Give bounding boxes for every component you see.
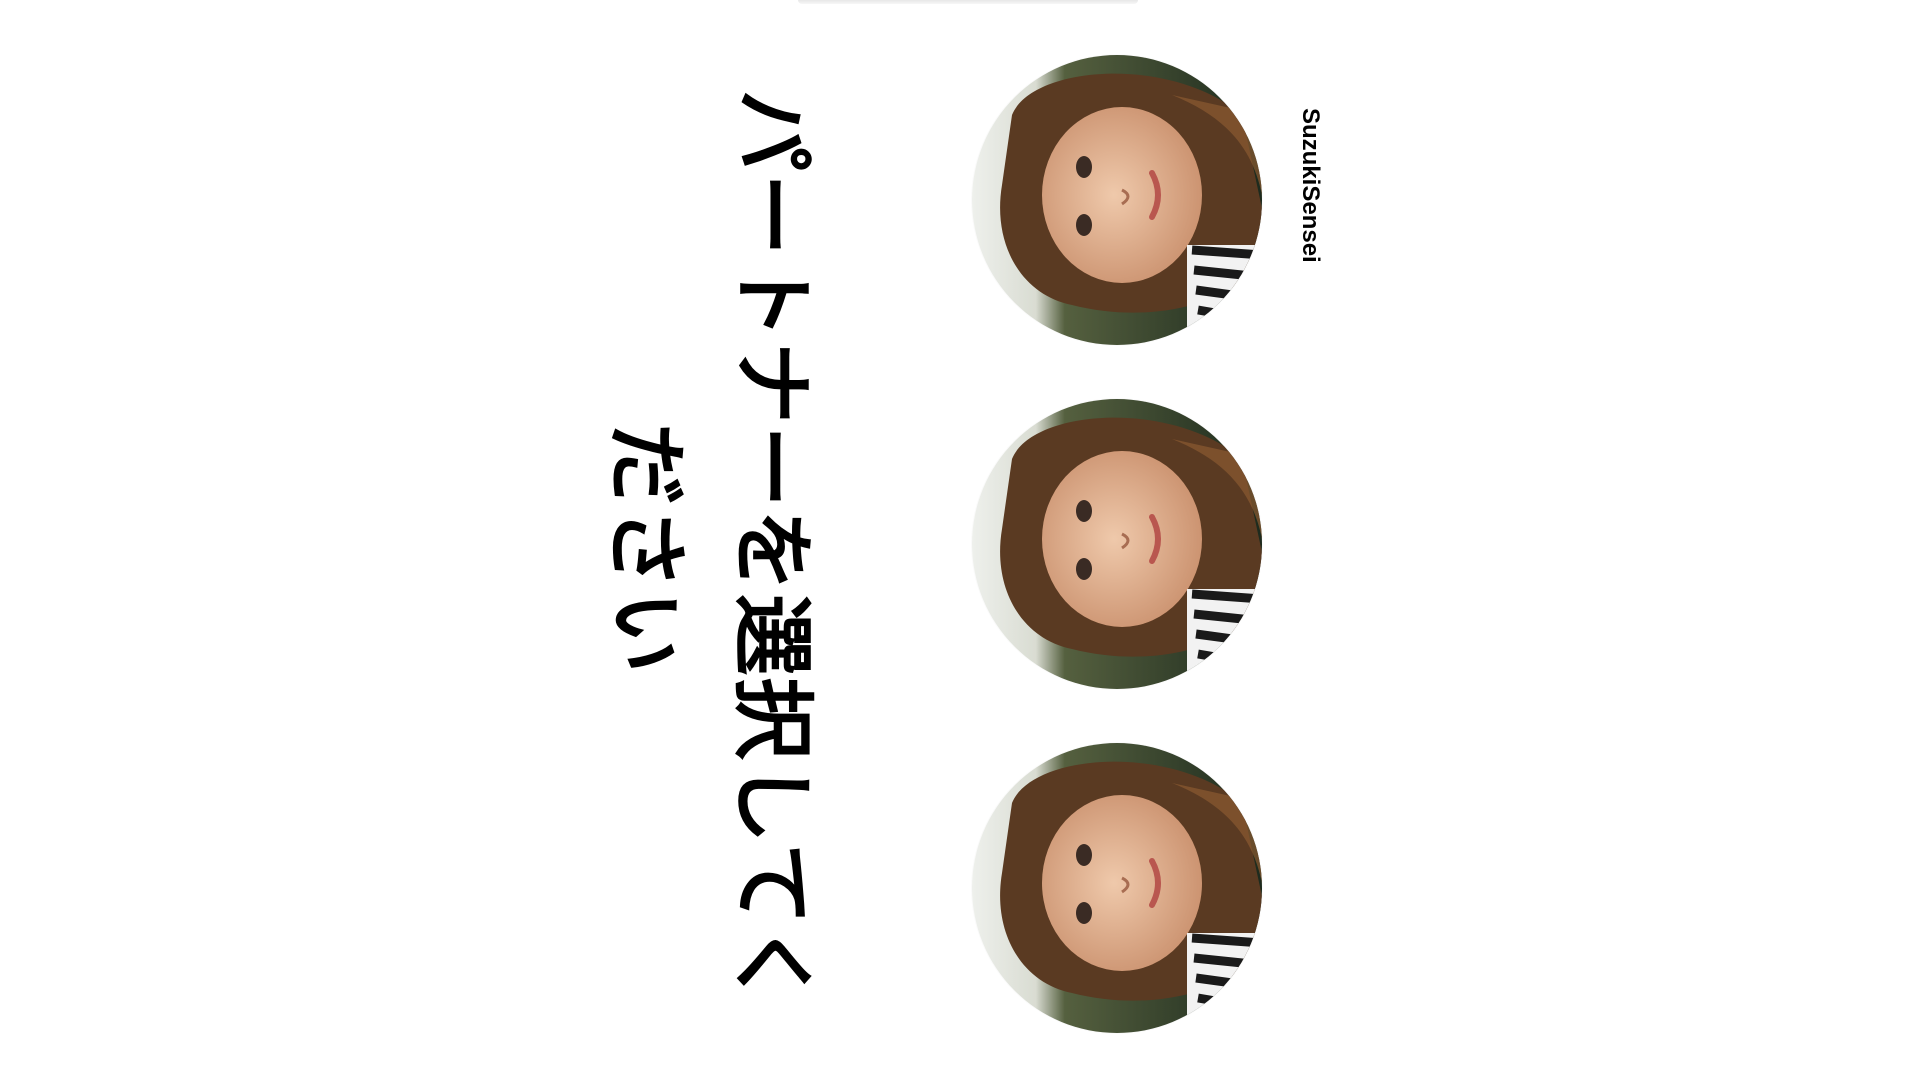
partner-avatar-2[interactable] — [972, 399, 1262, 689]
portrait-photo-icon — [972, 55, 1262, 345]
portrait-photo-icon — [972, 399, 1262, 689]
partner-avatar-3[interactable] — [972, 743, 1262, 1033]
partner-name-1: SuzukiSensei — [1297, 108, 1324, 263]
partner-name-container: SuzukiSensei — [1295, 108, 1325, 288]
top-panel-edge — [798, 0, 1138, 4]
partner-select-page: パートナーを選択してください SuzukiSensei — [0, 0, 1917, 1070]
portrait-photo-icon — [972, 743, 1262, 1033]
heading-container: パートナーを選択してください — [604, 88, 834, 1010]
page-title: パートナーを選択してください — [604, 89, 819, 1009]
partner-avatar-1[interactable] — [972, 55, 1262, 345]
